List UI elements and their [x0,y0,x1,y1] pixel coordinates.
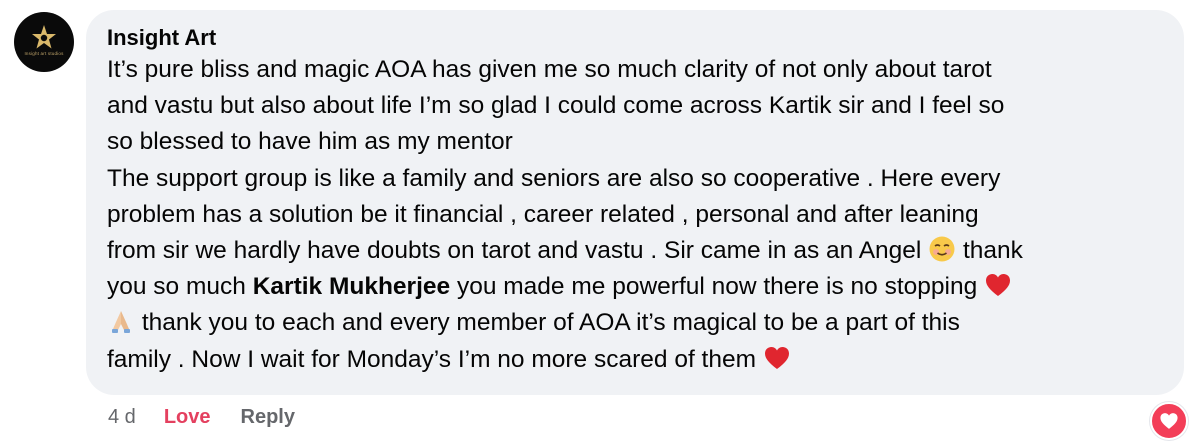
comment-text: family . Now I wait for Monday’s I’m no … [107,345,757,373]
comment-text: thank you to each and every member of AO… [141,309,960,337]
heart-reaction-icon[interactable] [1150,402,1188,440]
heart-icon [1160,413,1178,429]
comment-text: from sir we hardly have doubts on tarot … [107,237,922,265]
smiling-face-icon [929,236,955,262]
comment-body: It’s pure bliss and magic AOA has given … [107,52,1164,378]
star-logo-icon [32,25,56,49]
comment-text: thank [963,237,1023,265]
comment-author[interactable]: Insight Art [107,24,1164,52]
comment-text: you so much [107,273,246,301]
avatar-logo-text: Insight art studios [24,51,64,56]
comment-container: Insight art studios Insight Art It’s pur… [0,0,1200,444]
comment-actions: 4 d Love Reply [108,406,295,429]
comment-bubble: Insight Art It’s pure bliss and magic AO… [86,10,1184,395]
red-heart-icon [764,346,789,369]
comment-line: so blessed to have him as my mentor [107,128,513,156]
red-heart-icon [986,274,1011,297]
comment-line: family . Now I wait for Monday’s I’m no … [107,342,1164,378]
mention-link[interactable]: Kartik Mukherjee [253,273,450,300]
folded-hands-icon [112,311,130,334]
comment-text: you made me powerful now there is no sto… [456,273,978,301]
comment-line: It’s pure bliss and magic AOA has given … [107,56,992,83]
comment-line: thank you to each and every member of AO… [107,305,1164,341]
comment-line: you so much Kartik Mukherjee you made me… [107,269,1164,305]
reply-button[interactable]: Reply [241,406,295,429]
comment-line: and vastu but also about life I’m so gla… [107,92,1005,120]
comment-line: The support group is like a family and s… [107,164,1001,192]
avatar[interactable]: Insight art studios [14,12,74,72]
comment-line: problem has a solution be it financial ,… [107,200,979,228]
love-button[interactable]: Love [164,406,211,429]
comment-line: from sir we hardly have doubts on tarot … [107,233,1164,269]
timestamp[interactable]: 4 d [108,406,136,429]
